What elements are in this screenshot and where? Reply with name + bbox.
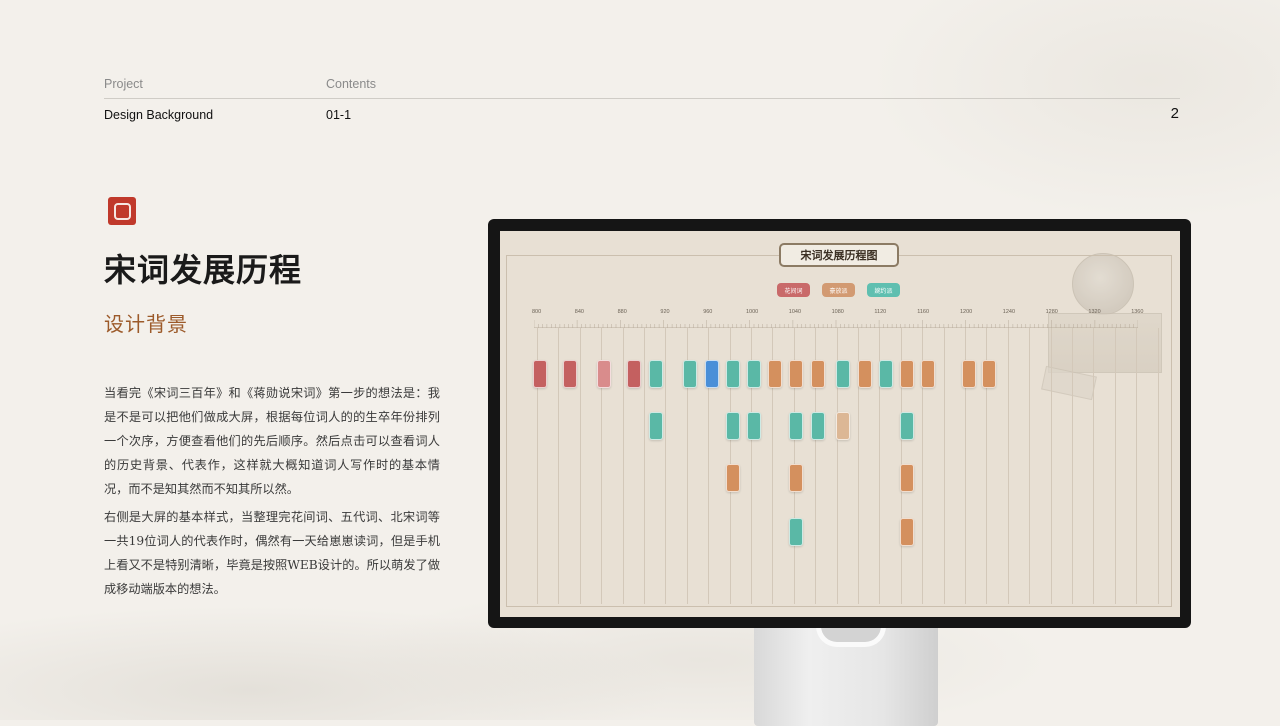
grid-line <box>1157 328 1159 604</box>
screen-timeline: 宋词发展历程图 花间词 豪放派 婉约派 800 840 880 920 960 1000 1… <box>500 231 1180 617</box>
axis-tick-label: 1120 <box>874 309 887 315</box>
axis-tick-label: 1240 <box>1002 309 1016 315</box>
grid-line <box>622 328 624 604</box>
grid-line <box>1114 328 1116 604</box>
poet-card[interactable] <box>789 518 803 546</box>
axis-tick-label: 1040 <box>788 309 802 315</box>
axis-tick-label: 840 <box>574 309 584 315</box>
poet-card[interactable] <box>962 360 976 388</box>
poet-card[interactable] <box>900 360 914 388</box>
poet-card[interactable] <box>597 360 611 388</box>
axis-tick-label: 1080 <box>831 309 844 315</box>
grid-line <box>1007 328 1009 604</box>
grid-line <box>1093 328 1095 604</box>
poet-card[interactable] <box>858 360 872 388</box>
poet-card[interactable] <box>747 360 761 388</box>
axis-tick-label: 1360 <box>1131 309 1144 315</box>
legend-wanyue[interactable]: 婉约派 <box>867 283 900 297</box>
poet-card[interactable] <box>811 412 825 440</box>
poet-card[interactable] <box>705 360 719 388</box>
axis-tick-label: 1160 <box>917 309 930 315</box>
poet-card[interactable] <box>921 360 935 388</box>
grid-line <box>1136 328 1138 604</box>
paragraph-2: 右侧是大屏的基本样式，当整理完花间词、五代词、北宋词等一共19位词人的代表作时，… <box>104 510 440 596</box>
contents-value: 01-1 <box>326 108 352 122</box>
grid-line <box>579 328 581 604</box>
monitor-stand-hole <box>816 626 886 647</box>
project-label: Project <box>104 77 143 91</box>
axis-tick-label: 920 <box>660 309 670 315</box>
section-subtitle: 设计背景 <box>104 312 188 336</box>
poet-card[interactable] <box>900 518 914 546</box>
poet-card[interactable] <box>683 360 697 388</box>
project-value: Design Background <box>104 108 214 122</box>
poet-card[interactable] <box>649 360 663 388</box>
poet-card[interactable] <box>900 464 914 492</box>
poet-card[interactable] <box>789 412 803 440</box>
axis-tick-label: 800 <box>532 309 542 315</box>
poet-card[interactable] <box>982 360 996 388</box>
grid-line <box>1072 328 1073 604</box>
poet-card[interactable] <box>726 464 740 492</box>
poet-card[interactable] <box>533 360 547 388</box>
axis-tick-label: 1280 <box>1045 309 1058 315</box>
poet-card[interactable] <box>879 360 893 388</box>
grid-line <box>665 328 667 604</box>
poet-card[interactable] <box>726 360 740 388</box>
poet-card[interactable] <box>900 412 914 440</box>
grid-line <box>943 328 945 604</box>
grid-line <box>1050 328 1052 604</box>
grid-line <box>558 328 560 604</box>
timeline-ruler <box>534 320 1138 328</box>
poet-card[interactable] <box>836 360 850 388</box>
grid-line <box>644 328 645 604</box>
paragraph-1: 当看完《宋词三百年》和《蒋勋说宋词》第一步的想法是：我是不是可以把他们做成大屏，… <box>104 386 440 496</box>
poet-card[interactable] <box>836 412 850 440</box>
poet-card[interactable] <box>789 464 803 492</box>
poet-card[interactable] <box>768 360 782 388</box>
axis-tick-label: 1200 <box>960 309 973 315</box>
axis-tick-label: 1000 <box>746 309 759 315</box>
seal-icon <box>108 197 136 225</box>
header-divider <box>104 98 1180 99</box>
grid-line <box>1029 328 1031 604</box>
page-number: 2 <box>1170 105 1179 122</box>
legend-haofang[interactable]: 豪放派 <box>822 283 855 297</box>
axis-tick-label: 960 <box>703 309 713 315</box>
axis-tick-label: 1320 <box>1088 309 1101 315</box>
poet-card[interactable] <box>811 360 825 388</box>
poet-card[interactable] <box>726 412 740 440</box>
poet-card[interactable] <box>789 360 803 388</box>
poet-card[interactable] <box>627 360 641 388</box>
poet-card[interactable] <box>747 412 761 440</box>
poet-card[interactable] <box>563 360 577 388</box>
poet-card[interactable] <box>649 412 663 440</box>
screen-title: 宋词发展历程图 <box>779 243 899 267</box>
contents-label: Contents <box>326 77 377 91</box>
section-title: 宋词发展历程 <box>104 251 303 289</box>
axis-tick-label: 880 <box>617 309 627 315</box>
legend-huajian[interactable]: 花间词 <box>777 283 810 297</box>
